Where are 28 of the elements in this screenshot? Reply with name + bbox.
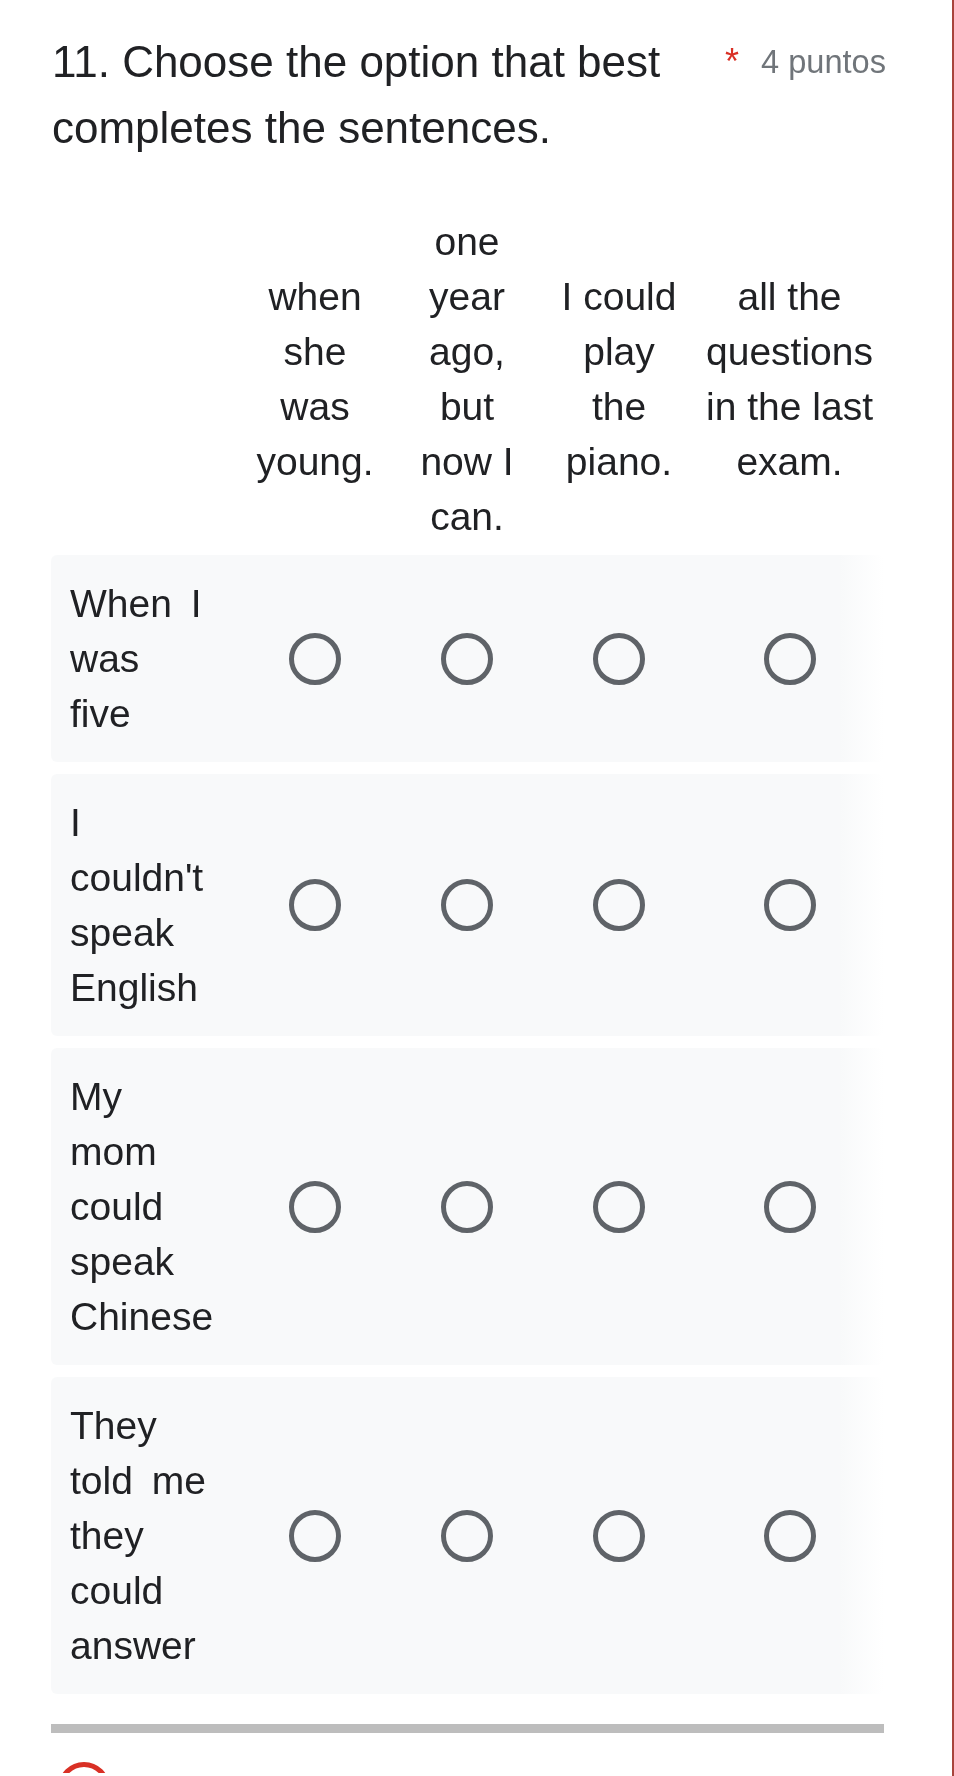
radio-button[interactable] <box>289 879 341 931</box>
row-label: My mom could speak Chinese <box>70 1074 215 1340</box>
column-header: one year ago, but now I can. <box>419 219 515 540</box>
required-asterisk: * <box>725 40 739 84</box>
radio-button[interactable] <box>441 879 493 931</box>
radio-button[interactable] <box>763 1180 816 1233</box>
radio-button[interactable] <box>593 1180 645 1233</box>
radio-button[interactable] <box>289 1180 341 1233</box>
row-label: They told me they could answer <box>70 1403 207 1669</box>
column-header: all the questions in the last exam. <box>705 274 874 485</box>
scrollbar[interactable] <box>51 1724 884 1733</box>
column-header: when she was young. <box>255 274 375 485</box>
question-title: 11. Choose the option that best completes the sentences. <box>52 36 662 154</box>
radio-button[interactable] <box>763 879 816 931</box>
points-label: 4 puntos <box>761 42 886 82</box>
radio-button[interactable] <box>763 632 816 685</box>
column-header: I could play the piano. <box>560 274 678 485</box>
row-label: I couldn't speak English <box>70 800 205 1011</box>
radio-button[interactable] <box>441 632 493 685</box>
radio-button[interactable] <box>289 632 341 685</box>
radio-button[interactable] <box>289 1509 341 1562</box>
radio-button[interactable] <box>763 1509 816 1562</box>
radio-button[interactable] <box>593 632 645 685</box>
row-label: When I was five <box>70 581 203 737</box>
radio-button[interactable] <box>441 1509 493 1562</box>
radio-button[interactable] <box>593 879 645 931</box>
radio-button[interactable] <box>593 1509 645 1562</box>
radio-button[interactable] <box>441 1180 493 1233</box>
